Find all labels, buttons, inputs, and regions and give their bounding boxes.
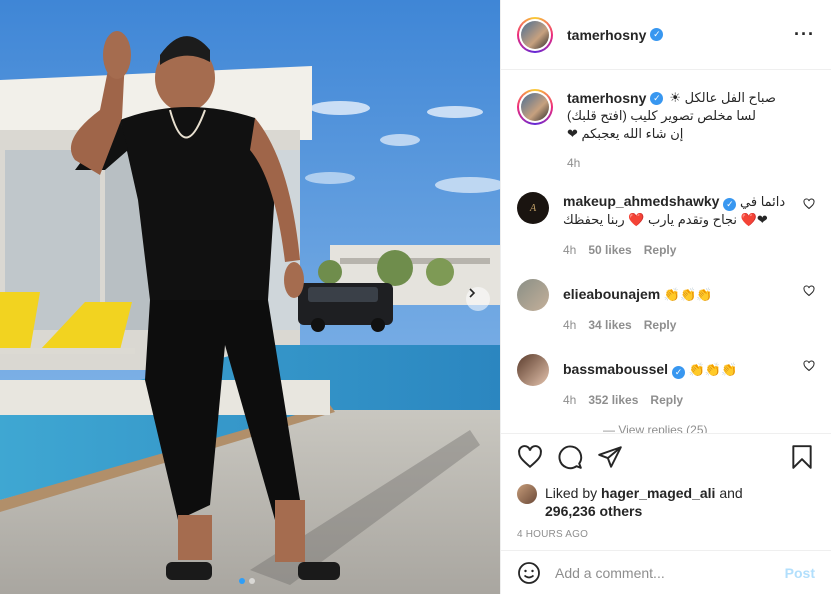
author-avatar[interactable]: [517, 16, 553, 53]
comment-item: bassmaboussel ✓ 👏👏👏 4h 352 likes Reply: [517, 354, 815, 407]
reply-button[interactable]: Reply: [644, 243, 677, 257]
comment-time: 4h: [563, 318, 577, 332]
commenter-username[interactable]: makeup_ahmedshawky: [563, 193, 719, 209]
comment-bubble-icon[interactable]: [557, 444, 583, 470]
likes-summary: Liked by hager_maged_ali and 296,236 oth…: [517, 484, 815, 520]
comment-text: 👏👏👏: [688, 362, 738, 377]
post-image: [0, 0, 500, 594]
comment-time: 4h: [563, 243, 577, 257]
comment-text: 👏👏👏: [663, 287, 713, 302]
commenter-avatar[interactable]: A: [517, 192, 549, 224]
comment-likes[interactable]: 352 likes: [588, 393, 638, 407]
share-direct-icon[interactable]: [597, 444, 623, 470]
comment-likes[interactable]: 34 likes: [588, 318, 631, 332]
liker-avatar[interactable]: [517, 484, 537, 504]
carousel-dot-active: [239, 578, 245, 584]
commenter-username[interactable]: elieabounajem: [563, 286, 660, 302]
likes-prefix: Liked by: [545, 485, 598, 501]
post-side-panel: tamerhosny ✓ ··· tamerhosny ✓ صباح الفل …: [500, 0, 831, 594]
post-header: tamerhosny ✓ ···: [501, 0, 831, 70]
verified-badge-icon: ✓: [723, 197, 737, 211]
reply-button[interactable]: Reply: [644, 318, 677, 332]
post-timestamp[interactable]: 4 HOURS AGO: [517, 529, 815, 540]
commenter-username[interactable]: bassmaboussel: [563, 361, 668, 377]
liker-username[interactable]: hager_maged_ali: [601, 485, 715, 501]
comment-text-line-2: ❤❤️ نجاح وتقدم يارب ❤️ ربنا يحفظك: [563, 212, 768, 227]
verified-badge-icon: ✓: [650, 91, 664, 105]
more-options-icon[interactable]: ···: [794, 24, 815, 45]
caption-line-3: إن شاء الله يعجبكم ❤: [567, 126, 684, 141]
add-comment-bar: Add a comment... Post: [501, 550, 831, 594]
carousel-next-button[interactable]: [466, 287, 490, 311]
like-comment-heart-icon[interactable]: [803, 285, 815, 297]
caption-avatar[interactable]: [517, 89, 553, 125]
verified-badge-icon: ✓: [650, 28, 664, 41]
like-comment-heart-icon[interactable]: [803, 360, 815, 372]
view-replies-link[interactable]: — View replies (25): [603, 423, 707, 433]
comment-item: A makeup_ahmedshawky ✓ دائما في ❤❤️ نجاح …: [517, 192, 815, 257]
like-heart-icon[interactable]: [517, 444, 543, 470]
carousel-dot: [249, 578, 255, 584]
chevron-right-icon: [469, 288, 476, 298]
post-actions: Liked by hager_maged_ali and 296,236 oth…: [501, 433, 831, 540]
caption-time: 4h: [567, 156, 581, 170]
like-comment-heart-icon[interactable]: [803, 198, 815, 210]
reply-button[interactable]: Reply: [650, 393, 683, 407]
caption-line-1: صباح الفل عالكل ☀: [669, 90, 776, 105]
verified-badge-icon: ✓: [672, 365, 686, 379]
caption-line-2: لسا مخلص تصوير كليب (افتح قلبك): [567, 108, 756, 123]
likes-and: and: [719, 485, 743, 501]
comment-time: 4h: [563, 393, 577, 407]
author-username[interactable]: tamerhosny: [567, 27, 646, 43]
comments-list[interactable]: tamerhosny ✓ صباح الفل عالكل ☀ لسا مخلص …: [501, 71, 831, 433]
save-bookmark-icon[interactable]: [789, 444, 815, 470]
comment-text-line-1: دائما في: [740, 194, 786, 209]
post-caption: tamerhosny ✓ صباح الفل عالكل ☀ لسا مخلص …: [517, 89, 815, 170]
add-comment-input[interactable]: Add a comment...: [555, 565, 785, 581]
emoji-smiley-icon[interactable]: [517, 561, 541, 585]
carousel-dots: [239, 578, 255, 584]
commenter-avatar[interactable]: [517, 354, 549, 386]
caption-username[interactable]: tamerhosny: [567, 90, 646, 106]
commenter-avatar[interactable]: [517, 279, 549, 311]
post-comment-button[interactable]: Post: [785, 565, 815, 581]
comment-item: elieabounajem 👏👏👏 4h 34 likes Reply: [517, 279, 815, 332]
post-photo[interactable]: [0, 0, 500, 594]
comment-likes[interactable]: 50 likes: [588, 243, 631, 257]
likes-others-count[interactable]: 296,236 others: [545, 503, 642, 519]
